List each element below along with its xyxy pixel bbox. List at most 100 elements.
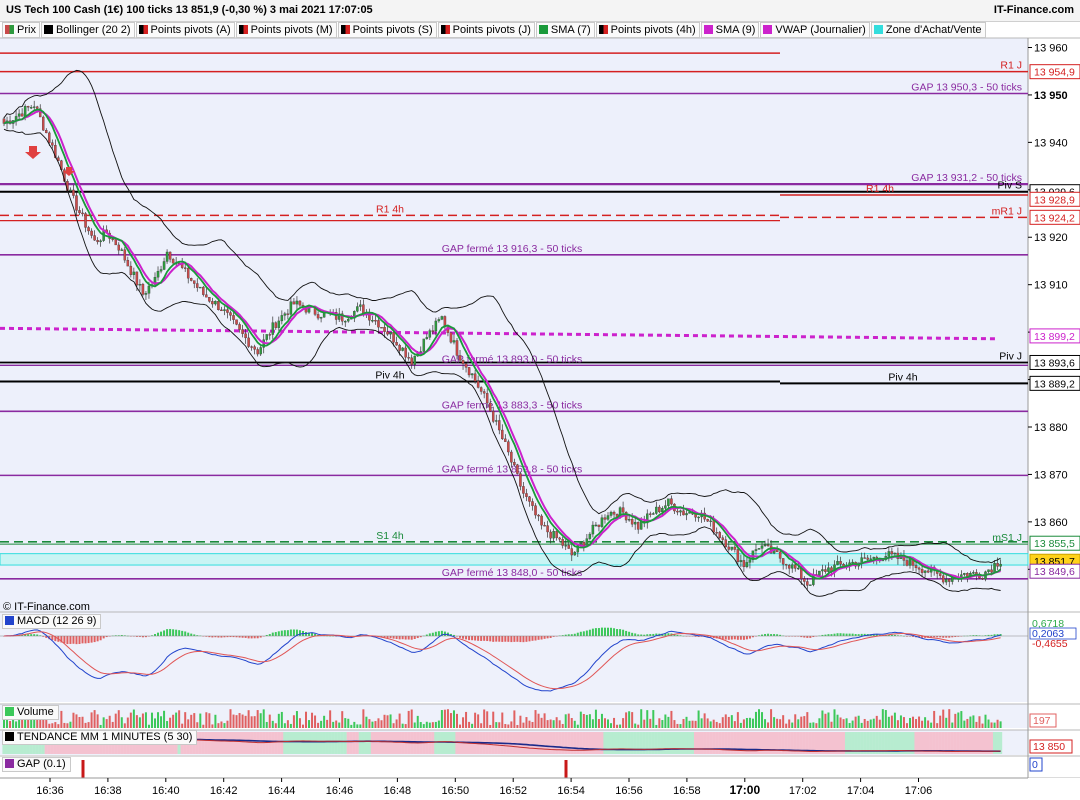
candle-body (546, 525, 549, 533)
macd-histogram-bar (93, 636, 96, 643)
candle-body (467, 367, 471, 376)
macd-histogram-bar (471, 636, 474, 641)
volume-bar (634, 723, 637, 728)
candle-body (189, 278, 193, 281)
volume-bar (866, 720, 869, 728)
macd-histogram-bar (860, 633, 863, 636)
price-label: 13 899,2 (1034, 331, 1075, 343)
candle-body (235, 319, 238, 325)
candle-body (380, 327, 383, 329)
volume-bar (797, 719, 800, 728)
candle-body (347, 318, 350, 322)
macd-histogram-bar (181, 630, 184, 636)
volume-bar (371, 721, 374, 728)
volume-bar (528, 720, 531, 728)
tendance-cell (391, 732, 396, 754)
legend-item[interactable]: Points pivots (J) (437, 22, 535, 38)
candle-body (211, 301, 214, 305)
tendance-cell (240, 732, 245, 754)
price-label: 13 849,6 (1034, 566, 1075, 578)
macd-histogram-bar (410, 636, 413, 640)
tendance-cell (204, 732, 208, 754)
volume-bar (477, 714, 480, 728)
volume-bar (954, 713, 957, 728)
legend-item[interactable]: Points pivots (4h) (595, 22, 700, 38)
macd-histogram-bar (745, 636, 748, 640)
candle-body (93, 235, 96, 241)
tendance-cell (549, 732, 553, 754)
volume-legend[interactable]: Volume (2, 705, 59, 720)
macd-histogram-bar (631, 632, 634, 636)
legend-item[interactable]: VWAP (Journalier) (760, 22, 870, 38)
tendance-cell (697, 732, 701, 754)
x-tick-label: 17:04 (847, 785, 875, 797)
tendance-legend[interactable]: TENDANCE MM 1 MINUTES (5 30) (2, 730, 198, 745)
volume-bar (884, 710, 887, 728)
tendance-cell (639, 732, 643, 754)
candle-body (168, 251, 172, 260)
tendance-cell (355, 732, 359, 754)
legend-item[interactable]: SMA (7) (535, 22, 595, 38)
candle-body (990, 569, 993, 573)
macd-histogram-bar (437, 631, 440, 636)
volume-bar (27, 719, 30, 728)
volume-bar (815, 723, 818, 728)
volume-bar (265, 721, 268, 728)
volume-bar (610, 723, 613, 728)
tendance-cell (446, 732, 450, 754)
candle-body (923, 570, 927, 573)
legend-item[interactable]: Zone d'Achat/Vente (870, 22, 986, 38)
legend-item[interactable]: Points pivots (S) (337, 22, 437, 38)
candle-body (585, 538, 589, 546)
candle-body (183, 267, 187, 269)
volume-bar (694, 720, 697, 728)
level-label: GAP fermé 13 916,3 - 50 ticks (442, 243, 582, 255)
tendance-cell (385, 732, 390, 754)
volume-bar (948, 709, 951, 728)
legend-item[interactable]: Prix (2, 22, 40, 38)
candle-body (241, 329, 244, 334)
macd-histogram-bar (495, 636, 498, 642)
candle-body (389, 332, 392, 335)
volume-bar (332, 721, 335, 728)
candle-body (766, 544, 770, 546)
volume-bar (733, 721, 736, 728)
candle-body (386, 331, 389, 335)
tendance-cell (253, 732, 257, 754)
candle-body (920, 569, 924, 573)
volume-bar (117, 710, 120, 728)
volume-bar (286, 720, 289, 728)
volume-bar (969, 716, 972, 728)
y-tick-label: 13 920 (1034, 232, 1068, 244)
candle-body (658, 506, 661, 513)
legend-item[interactable]: SMA (9) (700, 22, 760, 38)
candle-body (147, 285, 151, 294)
gap-panel-legend[interactable]: GAP (0.1) (2, 757, 71, 772)
volume-bar (395, 719, 398, 728)
legend-item[interactable]: Points pivots (M) (235, 22, 337, 38)
candle-body (697, 516, 700, 519)
volume-bar (443, 709, 446, 728)
legend-item[interactable]: Bollinger (20 2) (40, 22, 135, 38)
volume-bar (326, 719, 329, 728)
candle-body (220, 309, 223, 312)
candle-body (709, 520, 712, 523)
candle-body (75, 195, 78, 211)
macd-histogram-bar (579, 631, 582, 636)
candle-body (809, 584, 812, 586)
volume-bar (576, 724, 579, 728)
macd-legend[interactable]: MACD (12 26 9) (2, 614, 102, 629)
candle-body (869, 558, 872, 560)
macd-histogram-bar (404, 636, 407, 640)
volume-bar (259, 713, 262, 728)
legend-item[interactable]: Points pivots (A) (135, 22, 235, 38)
macd-histogram-bar (187, 632, 190, 636)
volume-bar (742, 719, 745, 728)
candle-body (531, 501, 534, 506)
macd-histogram-bar (465, 636, 468, 640)
candle-body (283, 313, 287, 316)
volume-bar (410, 709, 413, 728)
candle-body (401, 347, 404, 351)
volume-bar (274, 723, 277, 728)
candle-body (561, 539, 564, 546)
